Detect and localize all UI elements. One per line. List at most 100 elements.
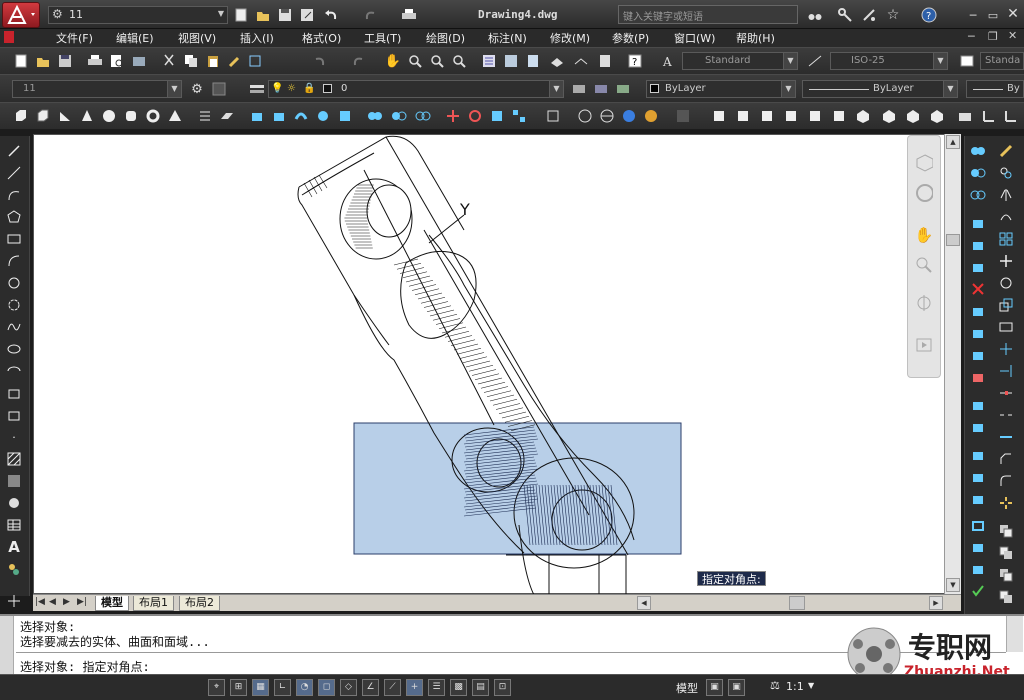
layer-state-icon[interactable] — [614, 80, 632, 98]
tab-next-icon[interactable]: ▶ — [63, 597, 70, 607]
menu-insert[interactable]: 插入(I) — [240, 30, 274, 46]
chevron-down-icon[interactable]: ▼ — [808, 681, 814, 690]
ellipse-arc-icon[interactable] — [5, 362, 23, 380]
undo-toolbar-icon[interactable] — [310, 52, 328, 70]
nav-zoom-icon[interactable] — [915, 256, 933, 274]
move-faces-icon[interactable] — [969, 236, 987, 254]
osnap-toggle[interactable]: ◻ — [318, 679, 335, 696]
hscroll-right-icon[interactable]: ▶ — [929, 596, 943, 610]
polyline-icon[interactable] — [5, 186, 23, 204]
ucs-world-icon[interactable] — [1002, 107, 1020, 125]
qnew-icon[interactable] — [12, 52, 30, 70]
sc-toggle[interactable]: ⊡ — [494, 679, 511, 696]
redo-icon[interactable] — [362, 6, 380, 24]
dim-style-select[interactable]: ISO-25 ▼ — [830, 52, 948, 70]
menu-draw[interactable]: 绘图(D) — [426, 30, 465, 46]
table-style-icon[interactable] — [958, 52, 976, 70]
trim-icon[interactable] — [997, 340, 1015, 358]
doc-minimize-icon[interactable]: ─ — [968, 30, 975, 43]
ellipse-icon[interactable] — [5, 340, 23, 358]
hscroll-thumb[interactable] — [789, 596, 805, 610]
block-editor-icon[interactable] — [246, 52, 264, 70]
helix-icon[interactable] — [196, 107, 214, 125]
lwt-toggle[interactable]: ☰ — [428, 679, 445, 696]
snap-toggle[interactable]: ⊞ — [230, 679, 247, 696]
hscroll-left-icon[interactable]: ◀ — [637, 596, 651, 610]
visual-styles-manager-icon[interactable] — [674, 107, 692, 125]
menu-dimension[interactable]: 标注(N) — [488, 30, 527, 46]
mirror-icon[interactable] — [997, 186, 1015, 204]
infer-constraints-toggle[interactable]: ⌖ — [208, 679, 225, 696]
match-properties-icon[interactable] — [226, 52, 244, 70]
view-ne-iso-icon[interactable] — [904, 107, 922, 125]
view-bottom-icon[interactable] — [734, 107, 752, 125]
break-icon[interactable] — [997, 406, 1015, 424]
open-file-icon[interactable] — [254, 6, 272, 24]
3d-wireframe-icon[interactable] — [598, 107, 616, 125]
planar-surface-icon[interactable] — [218, 107, 236, 125]
open-icon[interactable] — [34, 52, 52, 70]
app-menu-button[interactable] — [2, 2, 40, 28]
make-block-icon[interactable] — [5, 406, 23, 424]
lineweight-select[interactable]: By — [966, 80, 1024, 98]
extrude-icon[interactable] — [248, 107, 266, 125]
pyramid-icon[interactable] — [166, 107, 184, 125]
cut-icon[interactable] — [160, 52, 178, 70]
break-at-point-icon[interactable] — [997, 384, 1015, 402]
workspace-dropdown-icon[interactable] — [210, 80, 228, 98]
taper-faces-icon[interactable] — [969, 324, 987, 342]
intersect-icon[interactable] — [414, 107, 432, 125]
nav-pan-icon[interactable]: ✋ — [915, 226, 934, 244]
tab-first-icon[interactable]: |◀ — [35, 597, 45, 607]
move-icon[interactable] — [997, 252, 1015, 270]
3d-move-icon[interactable] — [444, 107, 462, 125]
publish-icon[interactable] — [130, 52, 148, 70]
doc-restore-icon[interactable]: ❐ — [988, 30, 998, 43]
table-icon[interactable] — [5, 516, 23, 534]
draworder-above-icon[interactable] — [997, 566, 1015, 584]
add-selected-icon[interactable] — [5, 560, 23, 578]
revolve-icon[interactable] — [314, 107, 332, 125]
markup-icon[interactable] — [572, 52, 590, 70]
menu-parametric[interactable]: 参数(P) — [612, 30, 649, 46]
menu-window[interactable]: 窗口(W) — [674, 30, 715, 46]
layer-previous-icon[interactable] — [592, 80, 610, 98]
sheet-set-icon[interactable] — [548, 52, 566, 70]
annotation-scale[interactable]: 1:1 — [786, 680, 804, 693]
copy-right-icon[interactable] — [997, 164, 1015, 182]
close-icon[interactable]: ✕ — [1004, 5, 1022, 23]
polysolid-icon[interactable] — [12, 107, 30, 125]
extend-icon[interactable] — [997, 362, 1015, 380]
circle-icon[interactable] — [5, 274, 23, 292]
table-style-select[interactable]: Standa — [980, 52, 1024, 70]
menu-file[interactable]: 文件(F) — [56, 30, 93, 46]
cone-icon[interactable] — [78, 107, 96, 125]
design-center-icon[interactable] — [502, 52, 520, 70]
2d-wireframe-icon[interactable] — [576, 107, 594, 125]
steeringwheel-icon[interactable] — [915, 184, 933, 202]
quick-view-layouts-icon[interactable]: ▣ — [706, 679, 723, 696]
text-style-select[interactable]: Standard ▼ — [682, 52, 798, 70]
dim-style-icon[interactable] — [806, 52, 824, 70]
insert-block-icon[interactable] — [5, 384, 23, 402]
layer-select[interactable]: 💡 ☼ 🔒 0 ▼ — [268, 80, 564, 98]
box-icon[interactable] — [34, 107, 52, 125]
loft-icon[interactable] — [336, 107, 354, 125]
tab-last-icon[interactable]: ▶| — [77, 597, 87, 607]
sphere-icon[interactable] — [100, 107, 118, 125]
workspace-select[interactable]: 11 ▼ — [12, 80, 182, 98]
menu-modify[interactable]: 修改(M) — [550, 30, 590, 46]
3d-osnap-toggle[interactable]: ◇ — [340, 679, 357, 696]
help-toolbar-icon[interactable]: ? — [626, 52, 644, 70]
intersect-right-icon[interactable] — [969, 186, 987, 204]
subtract-right-icon[interactable] — [969, 164, 987, 182]
vertical-scrollbar[interactable]: ▲ ▼ — [944, 134, 961, 594]
view-right-icon[interactable] — [782, 107, 800, 125]
draworder-front-icon[interactable] — [997, 522, 1015, 540]
workspace-switcher[interactable]: ⚙ 11 ▼ — [48, 6, 228, 24]
qp-toggle[interactable]: ▤ — [472, 679, 489, 696]
stretch-icon[interactable] — [997, 318, 1015, 336]
wedge-icon[interactable] — [56, 107, 74, 125]
color-faces-icon[interactable] — [969, 368, 987, 386]
plot-icon[interactable] — [400, 6, 418, 24]
